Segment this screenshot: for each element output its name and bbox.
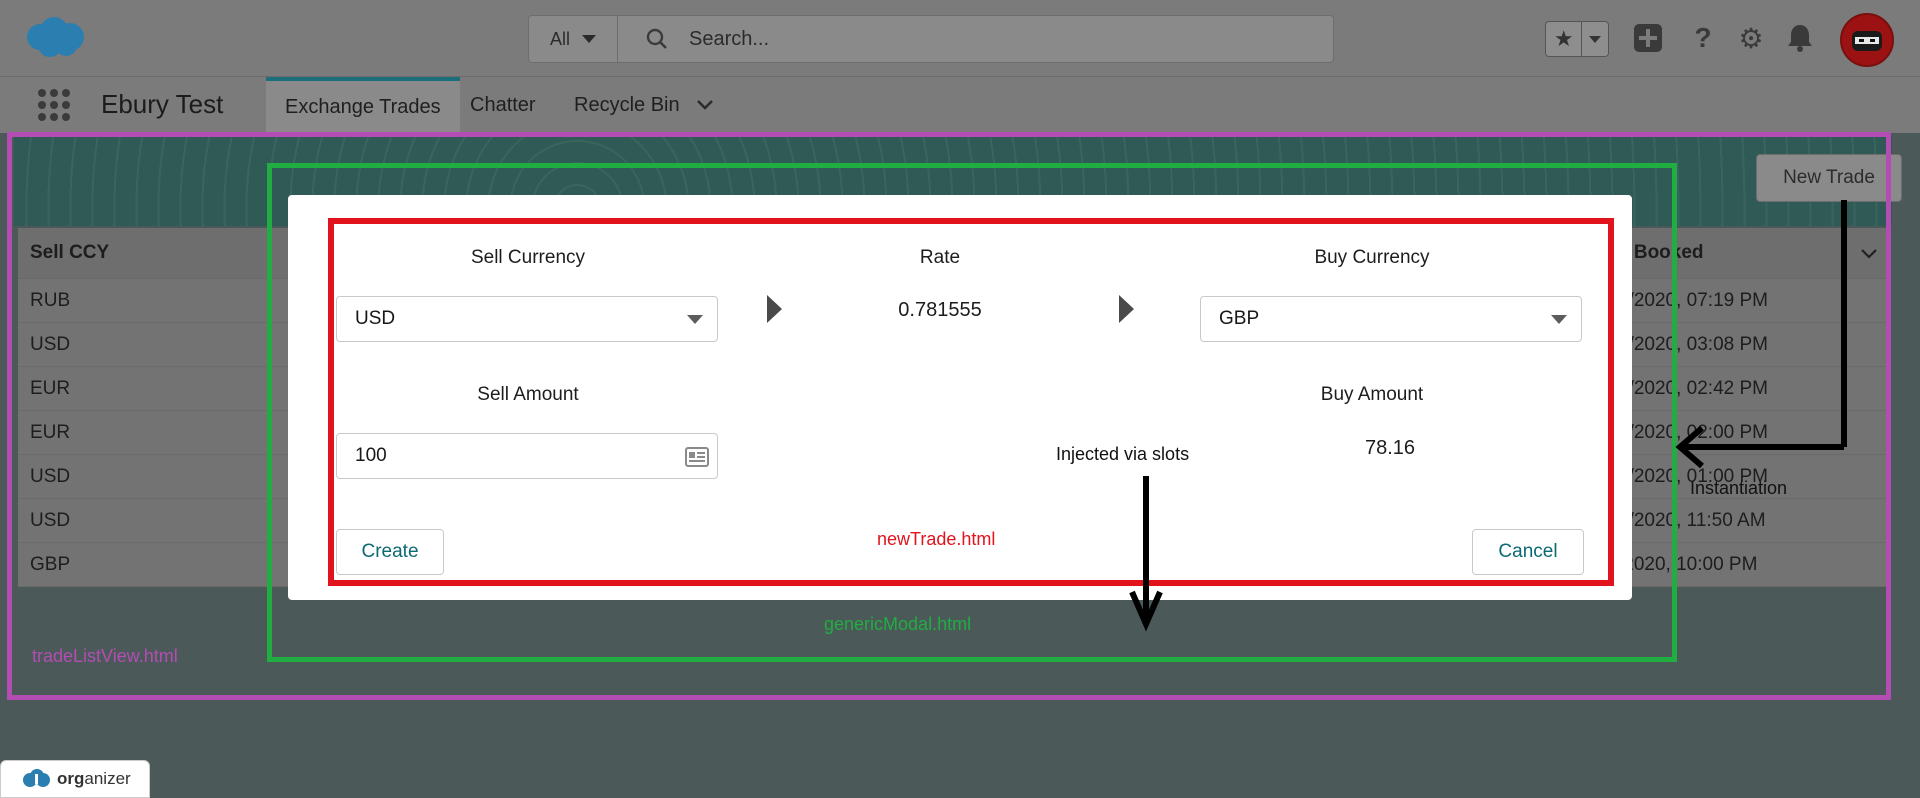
- annotation-arrows: [1129, 200, 1847, 632]
- organizer-badge[interactable]: organizer: [0, 760, 150, 798]
- injected-arrow-icon: [1129, 476, 1163, 632]
- instantiation-arrow-icon: [1675, 200, 1847, 469]
- organizer-label: organizer: [57, 769, 131, 788]
- organizer-cloud-icon: [23, 769, 50, 787]
